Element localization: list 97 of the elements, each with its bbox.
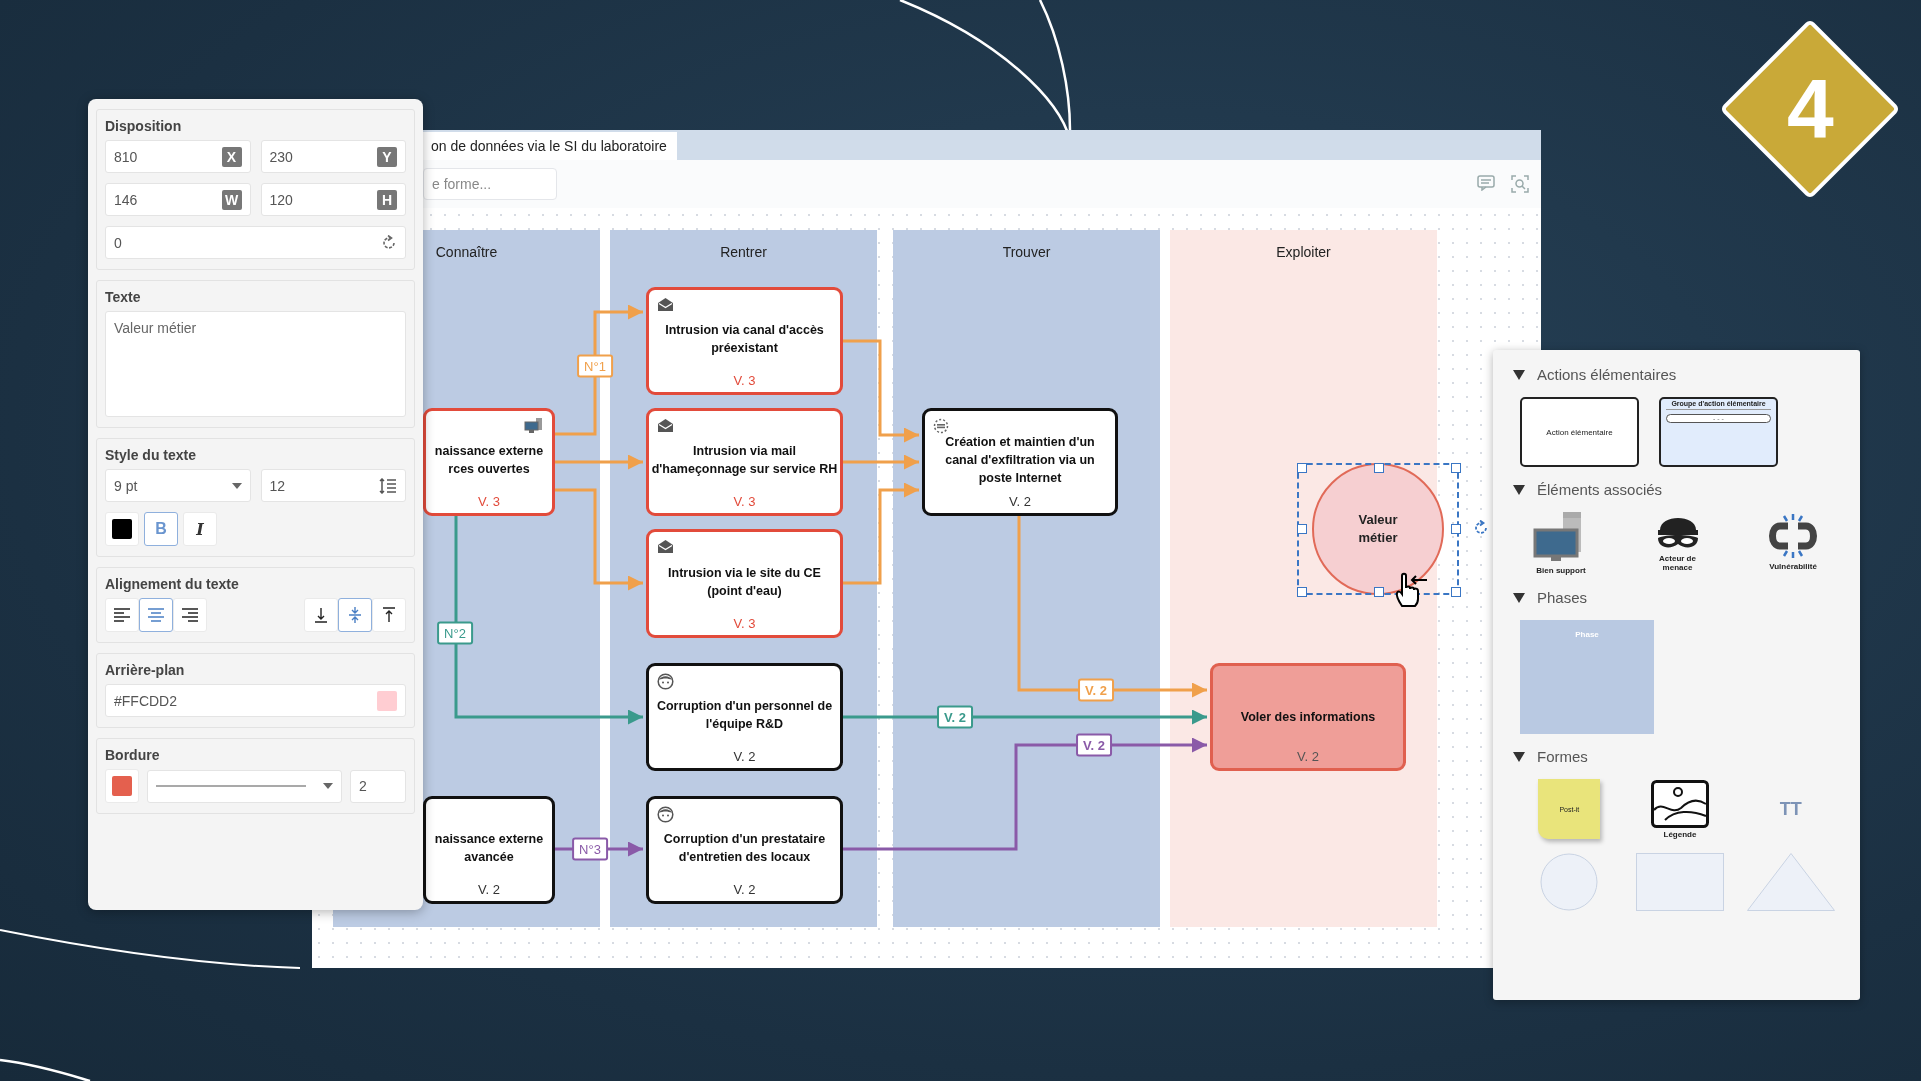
node-title: Intrusion via mail d'hameçonnage sur service RH [651,443,838,478]
link-label: V. 2 [1076,733,1112,757]
search-field[interactable]: e forme... [423,168,557,200]
collapse-icon[interactable] [1513,484,1525,495]
action-node[interactable]: Voler des informations V. 2 [1210,663,1406,771]
number-field[interactable]: 230 Y [260,140,406,173]
lane-title: Connaître [435,244,498,261]
lane-title: Exploiter [1276,244,1331,261]
axis-tag: W [221,189,242,210]
node-title: naissance externe rces ouvertes [434,443,544,478]
number-field[interactable]: 146 W [105,183,251,216]
version-label: V. 3 [733,494,756,509]
version-label: V. 3 [733,373,756,388]
link-label: V. 2 [937,705,973,729]
section-title: Arrière-plan [105,662,185,678]
line-style-icon [156,784,306,788]
hand-cursor-icon [1394,572,1428,608]
link-label: V. 2 [1078,678,1114,702]
document-tab[interactable]: on de données via le SI du laboratoire [423,132,677,160]
face-icon [657,806,674,823]
envelope-icon [657,418,674,433]
align-icon [148,608,164,622]
action-node[interactable]: naissance externe avancée V. 2 [423,796,555,904]
section-title: Formes [1537,748,1588,765]
version-label: V. 2 [733,882,756,897]
action-node[interactable]: Création et maintien d'un canal d'exfiltration via un poste Internet V. 2 [922,408,1118,516]
node-title: Corruption d'un personnel de l'équipe R&D [656,698,833,733]
rotate-icon [381,234,397,251]
shape-label: Vulnérabilité [1769,562,1817,571]
collapse-icon[interactable] [1513,751,1525,762]
action-shape[interactable]: Action élémentaire [1520,397,1639,467]
section-title: Bordure [105,747,160,763]
align-icon [114,608,130,622]
shape-label: Acteur de menace [1659,554,1696,572]
gear-icon [933,418,949,434]
border-width-field[interactable]: 2 [350,769,406,803]
axis-tag: Y [377,146,397,167]
collapse-icon[interactable] [1513,369,1525,380]
caret-icon [323,783,333,789]
text-field[interactable]: Valeur métier [105,311,406,417]
italic-button[interactable]: I [183,512,217,546]
line-spacing-icon [379,477,397,494]
version-label: V. 2 [733,749,756,764]
envelope-icon [657,297,674,312]
number-field[interactable]: 810 X [105,140,251,173]
node-title: Intrusion via le site du CE (point d'eau) [668,564,821,600]
link-label: N°2 [437,621,473,645]
section-title: Alignement du texte [105,576,239,592]
rotate-icon[interactable] [1473,520,1489,536]
background-color-field[interactable]: #FFCDD2 [105,684,406,717]
rotation-field[interactable]: 0 [105,226,406,259]
link-label: N°1 [577,354,613,378]
image-icon[interactable] [1651,779,1709,828]
action-node[interactable]: Corruption d'un prestataire d'entretien des locaux V. 2 [646,796,843,904]
section-title: Éléments associés [1537,481,1663,498]
vertical-align-icon [347,607,363,623]
text-color-button[interactable] [105,512,139,546]
lane-title: Rentrer [720,244,767,261]
action-node[interactable]: naissance externe rces ouvertes V. 3 [423,408,555,516]
version-label: V. 2 [478,882,500,897]
border-color-button[interactable] [105,769,139,803]
version-label: V. 3 [478,494,500,509]
line-height-field[interactable]: 12 [260,469,406,502]
section-title: Phases [1537,589,1588,606]
broken-link-icon[interactable] [1766,512,1820,560]
action-node[interactable]: Corruption d'un personnel de l'équipe R&D V. 2 [646,663,843,771]
collapse-icon[interactable] [1513,592,1525,603]
caret-icon [231,482,242,489]
number-field[interactable]: 120 H [260,183,406,216]
align-icon [182,608,198,622]
node-title: Corruption d'un prestataire d'entretien des locaux [663,831,826,866]
section-title: Actions élémentaires [1537,366,1677,383]
version-label: V. 2 [1297,749,1319,764]
action-node[interactable]: Intrusion via mail d'hameçonnage sur service RH V. 3 [646,408,843,516]
action-node[interactable]: Intrusion via le site du CE (point d'eau) V. 3 [646,529,843,638]
vertical-align-icon [313,607,329,623]
node-title: Création et maintien d'un canal d'exfiltration via un poste Internet [945,434,1095,487]
section-title: Texte [105,289,141,305]
vertical-align-icon [381,607,397,623]
computer-icon [524,418,544,434]
axis-tag: X [221,146,242,167]
face-icon [657,673,674,690]
action-node[interactable]: Intrusion via canal d'accès préexistant V. 3 [646,287,843,395]
node-title: Intrusion via canal d'accès préexistant [665,322,824,357]
font-size-dropdown[interactable]: 9 pt [105,469,251,502]
node-title: Voler des informations [1240,709,1376,726]
section-title: Disposition [105,118,182,134]
shape-label: Légende [1663,829,1697,839]
version-label: V. 2 [1009,494,1031,509]
node-title: naissance externe avancée [434,831,544,866]
lane-title: Trouver [1002,244,1051,261]
version-label: V. 3 [733,616,756,631]
section-title: Style du texte [105,447,197,463]
axis-tag: H [377,189,397,210]
link-label: N°3 [572,837,608,861]
shape-label: Bien support [1536,566,1586,575]
envelope-icon [657,539,674,554]
